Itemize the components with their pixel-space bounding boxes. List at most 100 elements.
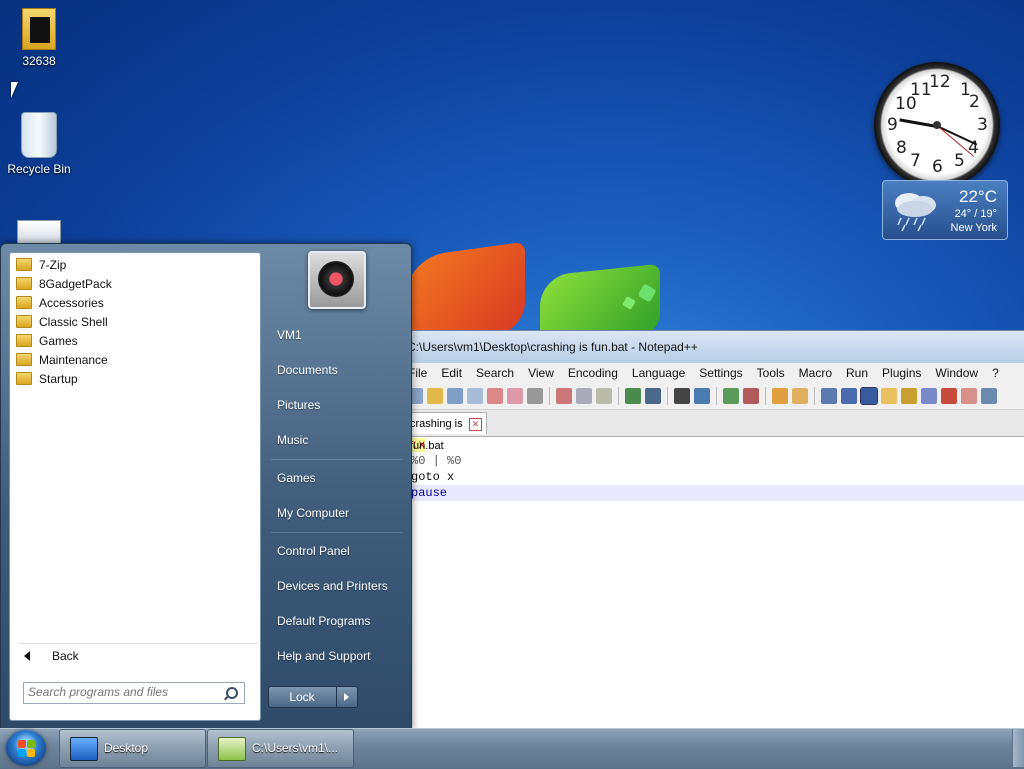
menu-separator (271, 532, 403, 533)
code-line: pause (401, 485, 1024, 501)
program-folder[interactable]: Startup (10, 369, 260, 388)
menu-plugins[interactable]: Plugins (875, 366, 928, 380)
clock-number: 6 (932, 157, 943, 177)
sync-horizontal-icon[interactable] (792, 388, 808, 404)
start-item-default-programs[interactable]: Default Programs (277, 614, 370, 628)
zoom-out-icon[interactable] (743, 388, 759, 404)
monitor-icon (70, 737, 98, 761)
menu-macro[interactable]: Macro (792, 366, 839, 380)
function-list-icon[interactable] (901, 388, 917, 404)
show-all-chars-icon[interactable] (841, 388, 857, 404)
play-macro-icon[interactable] (981, 388, 997, 404)
start-item-help-support[interactable]: Help and Support (277, 649, 370, 663)
back-button[interactable]: Back (18, 643, 258, 668)
save-icon[interactable] (447, 388, 463, 404)
clock-number: 3 (977, 115, 988, 135)
doc-map-icon[interactable] (881, 388, 897, 404)
start-item-control-panel[interactable]: Control Panel (277, 544, 350, 558)
folder-icon (16, 296, 32, 309)
start-menu: 7-Zip 8GadgetPack Accessories Classic Sh… (0, 243, 412, 730)
folder-icon (16, 334, 32, 347)
search-box[interactable] (23, 682, 245, 704)
user-avatar[interactable] (308, 251, 366, 309)
weather-gadget[interactable]: 22°C 24° / 19° New York (882, 180, 1008, 240)
clock-number: 5 (954, 151, 965, 171)
start-item-documents[interactable]: Documents (277, 363, 338, 377)
tab-crashing-is-fun[interactable]: crashing is fun.bat ✕ (401, 412, 487, 452)
close-icon[interactable] (487, 388, 503, 404)
folder-icon (22, 8, 56, 50)
shutdown-options-arrow-icon[interactable] (336, 687, 357, 707)
clock-hour-hand (899, 118, 938, 128)
open-file-icon[interactable] (427, 388, 443, 404)
code-line: goto x (411, 470, 455, 484)
menu-encoding[interactable]: Encoding (561, 366, 625, 380)
window-title: C:\Users\vm1\Desktop\crashing is fun.bat… (401, 331, 1024, 363)
close-tab-icon[interactable]: ✕ (469, 418, 482, 431)
search-icon[interactable] (226, 687, 238, 699)
menu-help[interactable]: ? (985, 366, 1006, 380)
start-item-pictures[interactable]: Pictures (277, 398, 320, 412)
record-macro-icon[interactable] (941, 388, 957, 404)
settings-icon (17, 220, 61, 245)
search-input[interactable] (24, 683, 228, 701)
show-desktop-button[interactable] (1012, 729, 1024, 767)
desktop-icon-recycle-bin[interactable]: Recycle Bin (4, 112, 74, 176)
folder-workspace-icon[interactable] (921, 388, 937, 404)
menu-tools[interactable]: Tools (750, 366, 792, 380)
start-item-my-computer[interactable]: My Computer (277, 506, 349, 520)
taskbar-button-notepad[interactable]: C:\Users\vm1\... (207, 729, 354, 768)
code-editor[interactable]: :x %0 | %0 goto x pause (401, 437, 1024, 501)
menu-settings[interactable]: Settings (692, 366, 749, 380)
notepad-plus-plus-window[interactable]: C:\Users\vm1\Desktop\crashing is fun.bat… (400, 330, 1024, 732)
weather-temperature: 22°C (959, 187, 997, 206)
start-item-devices-printers[interactable]: Devices and Printers (277, 579, 388, 593)
start-menu-programs-pane: 7-Zip 8GadgetPack Accessories Classic Sh… (9, 252, 261, 721)
menu-search[interactable]: Search (469, 366, 521, 380)
indent-guide-icon[interactable] (860, 387, 878, 405)
close-all-icon[interactable] (507, 388, 523, 404)
start-item-games[interactable]: Games (277, 471, 316, 485)
menu-separator (271, 459, 403, 460)
program-folder[interactable]: 7-Zip (10, 255, 260, 274)
clock-number: 9 (887, 115, 898, 135)
menu-language[interactable]: Language (625, 366, 692, 380)
program-folder[interactable]: 8GadgetPack (10, 274, 260, 293)
word-wrap-icon[interactable] (821, 388, 837, 404)
find-icon[interactable] (674, 388, 690, 404)
stop-macro-icon[interactable] (961, 388, 977, 404)
save-all-icon[interactable] (467, 388, 483, 404)
clock-number: 8 (896, 138, 907, 158)
replace-icon[interactable] (694, 388, 710, 404)
undo-icon[interactable] (625, 388, 641, 404)
print-icon[interactable] (527, 388, 543, 404)
program-folder[interactable]: Classic Shell (10, 312, 260, 331)
clock-gadget[interactable]: 12 1 2 3 4 5 6 7 8 9 10 11 (874, 62, 1000, 188)
start-item-music[interactable]: Music (277, 433, 308, 447)
menu-run[interactable]: Run (839, 366, 875, 380)
toolbar-separator (716, 387, 717, 405)
program-folder[interactable]: Accessories (10, 293, 260, 312)
sync-scroll-icon[interactable] (772, 388, 788, 404)
recycle-bin-icon (21, 112, 57, 158)
redo-icon[interactable] (645, 388, 661, 404)
menu-window[interactable]: Window (928, 366, 985, 380)
desktop-icon-32638[interactable]: 32638 (4, 8, 74, 68)
clock-center (933, 121, 941, 129)
paste-icon[interactable] (596, 388, 612, 404)
back-arrow-icon (24, 651, 30, 661)
lock-button-group: Lock (268, 686, 358, 708)
toolbar-separator (618, 387, 619, 405)
zoom-in-icon[interactable] (723, 388, 739, 404)
menu-edit[interactable]: Edit (434, 366, 469, 380)
taskbar-button-desktop[interactable]: Desktop (59, 729, 206, 768)
copy-icon[interactable] (576, 388, 592, 404)
control-panel-desktop-icon[interactable] (17, 220, 61, 245)
start-button[interactable] (6, 730, 46, 766)
lock-button[interactable]: Lock (269, 687, 335, 707)
cut-icon[interactable] (556, 388, 572, 404)
program-folder[interactable]: Maintenance (10, 350, 260, 369)
menu-view[interactable]: View (521, 366, 561, 380)
program-folder[interactable]: Games (10, 331, 260, 350)
start-item-user[interactable]: VM1 (277, 328, 302, 342)
